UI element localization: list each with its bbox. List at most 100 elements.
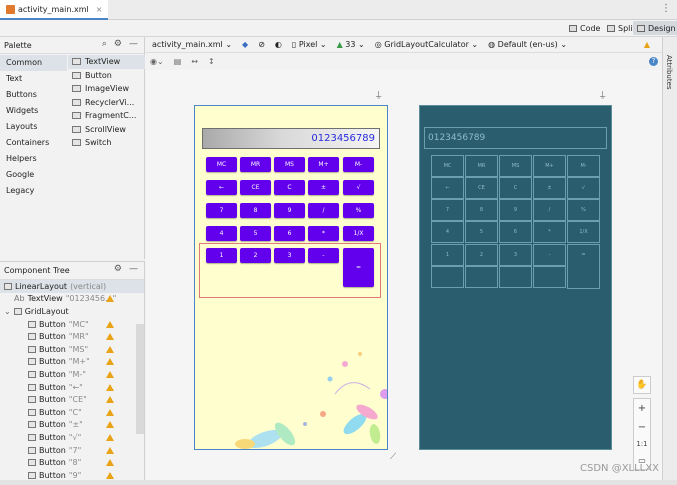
orientation-icon[interactable]: ⊘ (258, 40, 265, 49)
equals-key[interactable]: = (343, 248, 374, 287)
tree-node-button[interactable]: Button "7" (0, 444, 144, 457)
calc-key[interactable]: MR (240, 157, 271, 172)
widget-switch[interactable]: Switch (68, 136, 145, 150)
warning-icon[interactable] (106, 320, 114, 328)
tab-activity-main[interactable]: activity_main.xml × (0, 0, 109, 20)
widget-scrollview[interactable]: ScrollView (68, 123, 145, 137)
widget-button[interactable]: Button (68, 69, 145, 83)
category-text[interactable]: Text (0, 71, 67, 87)
code-mode-button[interactable]: Code (565, 21, 604, 35)
layers-icon[interactable]: ◆ (242, 40, 248, 49)
more-options-icon[interactable]: ⋮ (661, 3, 671, 14)
widget-imageview[interactable]: ImageView (68, 82, 145, 96)
warning-icon[interactable] (106, 408, 114, 416)
zoom-in-button[interactable]: + (638, 403, 646, 414)
tree-node-gridlayout[interactable]: ⌄ GridLayout (0, 305, 144, 318)
tree-node-textview[interactable]: Ab TextView "0123456..." (0, 293, 144, 306)
expand-chevron-icon[interactable]: ⌄ (4, 307, 11, 316)
night-mode-icon[interactable]: ◐ (275, 40, 282, 49)
calc-key[interactable]: CE (240, 180, 271, 195)
calc-key[interactable]: M- (343, 157, 374, 172)
attributes-tab[interactable]: Attributes (665, 55, 673, 90)
tree-node-button[interactable]: Button "C" (0, 406, 144, 419)
tree-node-button[interactable]: Button "MS" (0, 343, 144, 356)
file-selector[interactable]: activity_main.xml ⌄ (152, 40, 232, 49)
blueprint-preview[interactable]: 0123456789 MC MR MS M+ M- ← CE C ± √ 7 8 9/% 4 5 6 * 1/X 1… (419, 105, 612, 450)
tree-node-button[interactable]: Button "MC" (0, 318, 144, 331)
category-widgets[interactable]: Widgets (0, 103, 67, 119)
category-containers[interactable]: Containers (0, 135, 67, 151)
widget-recyclerview[interactable]: RecyclerVi... (68, 96, 145, 110)
minimize-icon[interactable]: — (129, 39, 138, 49)
calc-key[interactable]: % (343, 203, 374, 218)
calc-key[interactable]: 7 (206, 203, 237, 218)
warning-icon[interactable]: ▲ (644, 40, 650, 49)
calc-key[interactable]: / (308, 203, 339, 218)
warning-icon[interactable] (106, 383, 114, 391)
warning-icon[interactable] (106, 345, 114, 353)
pin-icon[interactable]: ⍊ (600, 90, 605, 100)
gear-icon[interactable]: ⚙ (114, 39, 122, 49)
zoom-reset-button[interactable]: 1:1 (636, 440, 647, 448)
theme-selector[interactable]: ◎ GridLayoutCalculator ⌄ (375, 40, 478, 49)
widget-fragmentcontainer[interactable]: FragmentC... (68, 109, 145, 123)
warning-icon[interactable] (106, 358, 114, 366)
calc-key[interactable]: 4 (206, 226, 237, 241)
warning-icon[interactable] (106, 433, 114, 441)
calc-key[interactable]: 8 (240, 203, 271, 218)
minimize-icon[interactable]: — (129, 264, 138, 274)
calc-key[interactable]: ← (206, 180, 237, 195)
calc-key[interactable]: 3 (274, 248, 305, 263)
category-google[interactable]: Google (0, 167, 67, 183)
horizontal-resize-icon[interactable]: ↔ (191, 57, 198, 66)
tree-node-linearlayout[interactable]: LinearLayout (vertical) (0, 280, 144, 293)
tree-node-button[interactable]: Button "CE" (0, 393, 144, 406)
resize-handle-icon[interactable]: ⟋ (390, 452, 396, 462)
calc-key[interactable]: C (274, 180, 305, 195)
calc-key[interactable]: 9 (274, 203, 305, 218)
calc-key[interactable]: MS (274, 157, 305, 172)
pin-icon[interactable]: ⍊ (376, 90, 381, 100)
warning-icon[interactable] (106, 446, 114, 454)
eye-icon[interactable]: ◉⌄ (150, 57, 164, 66)
tree-node-button[interactable]: Button "←" (0, 381, 144, 394)
category-helpers[interactable]: Helpers (0, 151, 67, 167)
calc-key[interactable]: MC (206, 157, 237, 172)
category-layouts[interactable]: Layouts (0, 119, 67, 135)
tree-node-button[interactable]: Button "8" (0, 456, 144, 469)
calc-key[interactable]: 5 (240, 226, 271, 241)
tree-node-button[interactable]: Button "MR" (0, 330, 144, 343)
calc-key[interactable]: * (308, 226, 339, 241)
calc-key[interactable]: 1/X (343, 226, 374, 241)
locale-selector[interactable]: ◍ Default (en-us) ⌄ (488, 40, 567, 49)
calc-key[interactable]: 6 (274, 226, 305, 241)
warning-icon[interactable] (106, 295, 114, 303)
close-tab-icon[interactable]: × (96, 5, 103, 14)
calc-key[interactable]: 1 (206, 248, 237, 263)
attributes-sidebar[interactable]: Attributes (662, 37, 677, 485)
calc-key[interactable]: 2 (240, 248, 271, 263)
help-icon[interactable]: ? (649, 57, 658, 66)
category-legacy[interactable]: Legacy (0, 183, 67, 199)
calc-key[interactable]: - (308, 248, 339, 263)
tree-scrollbar[interactable] (136, 324, 144, 434)
calc-key[interactable]: ± (308, 180, 339, 195)
zoom-out-button[interactable]: − (638, 422, 646, 433)
blueprint-icon[interactable]: ▤ (174, 57, 182, 66)
tree-node-button[interactable]: Button "±" (0, 419, 144, 432)
tree-node-button[interactable]: Button "M+" (0, 356, 144, 369)
search-icon[interactable]: ⌕ (102, 39, 107, 49)
device-selector[interactable]: ▯ Pixel ⌄ (292, 40, 327, 49)
warning-icon[interactable] (106, 333, 114, 341)
pan-hand-icon[interactable]: ✋ (633, 376, 651, 394)
calculator-display[interactable]: 0123456789 (202, 128, 380, 149)
widget-textview[interactable]: TextView (68, 55, 145, 69)
warning-icon[interactable] (106, 396, 114, 404)
design-preview[interactable]: 0123456789 MC MR MS M+ M- ← CE C ± √ 7 8 9/% 4 5 6 * 1/X 1… (194, 105, 388, 450)
tree-node-button[interactable]: Button "M-" (0, 368, 144, 381)
warning-icon[interactable] (106, 459, 114, 467)
api-selector[interactable]: ▲ 33 ⌄ (337, 40, 365, 49)
warning-icon[interactable] (106, 370, 114, 378)
design-mode-button[interactable]: Design (633, 21, 677, 35)
vertical-resize-icon[interactable]: ↕ (208, 57, 215, 66)
